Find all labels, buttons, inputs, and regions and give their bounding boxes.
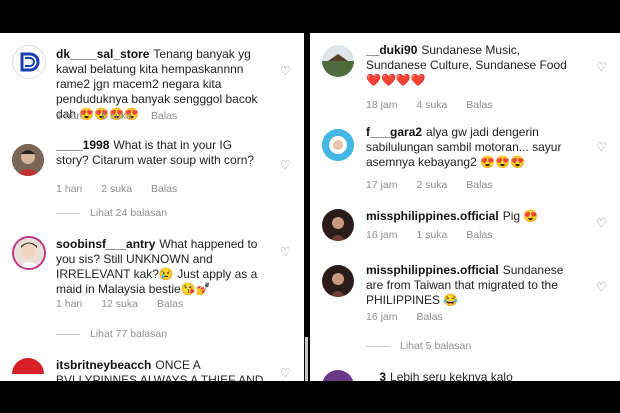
comment-item: dk____sal_store Tenang banyak yg kawal be…: [0, 43, 304, 123]
comment-text: itsbritneybeacch ONCE A BVLLYPINNES ALWAY…: [56, 358, 266, 381]
comment-item: missphilippines.official Sundanese are fr…: [310, 263, 620, 323]
comment-username[interactable]: soobinsf___antry: [56, 237, 155, 251]
landscape-avatar-icon: [322, 45, 354, 77]
reply-button[interactable]: Balas: [466, 179, 492, 191]
comment-username[interactable]: missphilippines.official: [366, 263, 499, 277]
comment-item: soobinsf___antry What happened to you sis…: [0, 233, 304, 318]
comment-text: __3 Lebih seru keknya kalo: [366, 370, 582, 381]
woman-avatar-icon: [322, 265, 354, 297]
comment-text: f___gara2 alya gw jadi dengerin sabilulun…: [366, 125, 582, 170]
avatar[interactable]: [12, 45, 46, 79]
avatar[interactable]: [322, 265, 354, 297]
comment-meta: 17 jam 2 suka Balas: [366, 179, 509, 191]
comment-meta: 1 hari 2 suka Balas: [56, 183, 193, 195]
comment-time: 1 hari: [56, 298, 83, 310]
heart-icon[interactable]: ♡: [596, 61, 608, 73]
comment-time: 1 hari: [56, 110, 83, 122]
comment-text: missphilippines.official Sundanese are fr…: [366, 263, 582, 308]
divider-line: [56, 333, 80, 335]
comment-username[interactable]: itsbritneybeacch: [56, 358, 151, 372]
comment-likes[interactable]: 12 suka: [101, 298, 138, 310]
comment-item: missphilippines.official Pig 😍 16 jam 1 s…: [310, 207, 620, 247]
reply-button[interactable]: Balas: [157, 298, 183, 310]
avatar[interactable]: [322, 45, 354, 77]
view-replies-label: Lihat 5 balasan: [400, 340, 472, 352]
comment-likes[interactable]: 2 suka: [101, 183, 132, 195]
person-avatar-icon: [14, 238, 44, 268]
comment-likes[interactable]: 2 suka: [416, 179, 447, 191]
scrollbar[interactable]: [305, 337, 308, 381]
avatar[interactable]: [322, 129, 354, 161]
heart-icon[interactable]: ♡: [596, 217, 608, 229]
heart-icon[interactable]: ♡: [280, 367, 292, 379]
comment-time: 16 jam: [366, 311, 398, 323]
reply-button[interactable]: Balas: [466, 229, 492, 241]
comment-item: __3 Lebih seru keknya kalo: [310, 368, 620, 381]
comment-text: __duki90 Sundanese Music, Sundanese Cultu…: [366, 43, 582, 88]
comment-username[interactable]: __3: [366, 370, 386, 381]
comment-username[interactable]: dk____sal_store: [56, 47, 149, 61]
comment-username[interactable]: f___gara2: [366, 125, 422, 139]
woman-avatar-icon: [322, 209, 354, 241]
reply-button[interactable]: Balas: [151, 183, 177, 195]
comment-meta: 16 jam Balas: [366, 311, 459, 323]
avatar[interactable]: [12, 144, 44, 176]
comment-body: Pig 😍: [502, 209, 539, 223]
comment-meta: 18 jam 4 suka Balas: [366, 99, 509, 111]
comment-likes[interactable]: 6 suka: [101, 110, 132, 122]
reply-button[interactable]: Balas: [466, 99, 492, 111]
comment-time: 17 jam: [366, 179, 398, 191]
comment-meta: 16 jam 1 suka Balas: [366, 229, 509, 241]
comment-item: __duki90 Sundanese Music, Sundanese Cultu…: [310, 43, 620, 111]
comment-meta: 1 hari 12 suka Balas: [56, 298, 199, 310]
comment-likes[interactable]: 4 suka: [416, 99, 447, 111]
comment-time: 16 jam: [366, 229, 398, 241]
comment-meta: 1 hari 6 suka Balas: [56, 110, 193, 122]
comment-body: Lebih seru keknya kalo: [390, 370, 513, 381]
avatar[interactable]: [322, 209, 354, 241]
heart-icon[interactable]: ♡: [596, 141, 608, 153]
heart-icon[interactable]: ♡: [280, 246, 292, 258]
comment-item: itsbritneybeacch ONCE A BVLLYPINNES ALWAY…: [0, 356, 304, 381]
person-avatar-icon: [322, 129, 354, 161]
comment-username[interactable]: missphilippines.official: [366, 209, 499, 223]
heart-icon[interactable]: ♡: [280, 65, 292, 77]
view-replies-label: Lihat 77 balasan: [90, 328, 168, 340]
avatar[interactable]: [12, 358, 44, 381]
comment-likes[interactable]: 1 suka: [416, 229, 447, 241]
brand-logo-icon: [14, 47, 44, 77]
left-comments-panel[interactable]: dk____sal_store Tenang banyak yg kawal be…: [0, 33, 304, 381]
comment-username[interactable]: __duki90: [366, 43, 417, 57]
comment-time: 1 hari: [56, 183, 83, 195]
view-replies-link[interactable]: Lihat 5 balasan: [366, 340, 471, 352]
comment-text: missphilippines.official Pig 😍: [366, 209, 582, 224]
divider-line: [56, 212, 80, 214]
avatar[interactable]: [12, 236, 46, 270]
comment-item: ____1998 What is that in your IG story? C…: [0, 138, 304, 198]
flag-avatar-icon: [12, 358, 44, 381]
comment-time: 18 jam: [366, 99, 398, 111]
reply-button[interactable]: Balas: [416, 311, 442, 323]
person-avatar-icon: [12, 144, 44, 176]
heart-icon[interactable]: ♡: [280, 159, 292, 171]
avatar[interactable]: [322, 370, 354, 381]
divider-line: [366, 345, 390, 347]
view-replies-label: Lihat 24 balasan: [90, 207, 168, 219]
comment-item: f___gara2 alya gw jadi dengerin sabilulun…: [310, 123, 620, 191]
view-replies-link[interactable]: Lihat 77 balasan: [56, 328, 167, 340]
comment-text: ____1998 What is that in your IG story? C…: [56, 138, 266, 168]
reply-button[interactable]: Balas: [151, 110, 177, 122]
comment-text: soobinsf___antry What happened to you sis…: [56, 237, 266, 297]
comment-username[interactable]: ____1998: [56, 138, 109, 152]
view-replies-link[interactable]: Lihat 24 balasan: [56, 207, 167, 219]
right-comments-panel[interactable]: __duki90 Sundanese Music, Sundanese Cultu…: [310, 33, 620, 381]
heart-icon[interactable]: ♡: [596, 281, 608, 293]
